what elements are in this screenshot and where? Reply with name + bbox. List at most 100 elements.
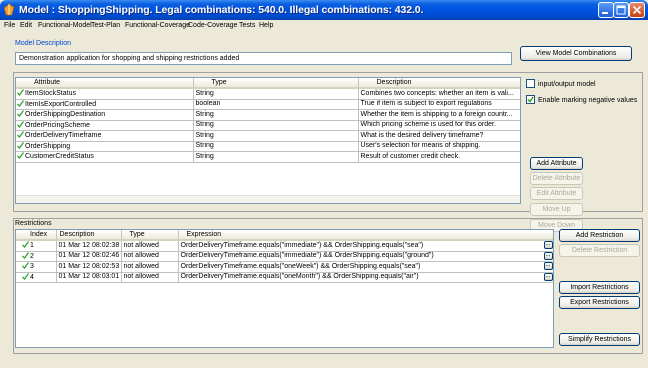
attribute-description-cell: Whether the item is shipping to a foreig… [358, 109, 520, 121]
negative-values-checkbox[interactable] [526, 95, 535, 104]
add-attribute-button[interactable]: Add Attribute [530, 157, 583, 170]
green-check-icon [17, 110, 24, 117]
restriction-expression-cell: OrderDeliveryTimeframe.equals("immediate… [178, 251, 553, 262]
green-check-icon [17, 152, 24, 159]
table-row[interactable]: OrderDeliveryTimeframe String What is the … [16, 130, 520, 142]
table-row[interactable]: 2 01 Mar 12 08:02:46 0 not allowed OrderDel… [16, 251, 553, 262]
green-check-icon [17, 131, 24, 138]
table-row[interactable]: OrderPricingScheme String Which pricing sc… [16, 120, 520, 131]
table-row[interactable]: 3 01 Mar 12 08:02:53 0 not allowed OrderDel… [16, 261, 553, 273]
edit-attribute-button[interactable]: Edit Attribute [530, 187, 583, 200]
restriction-type-cell: not allowed [121, 261, 179, 273]
close-button[interactable] [629, 2, 645, 18]
restriction-index-cell-text: 4 [30, 273, 34, 281]
edit-expression-button[interactable]: ... [543, 272, 553, 281]
menu-tests[interactable]: Tests [239, 22, 255, 29]
column-header-description[interactable]: Description [56, 230, 122, 241]
import-restrictions-button[interactable]: Import Restrictions [559, 281, 640, 294]
table-row[interactable]: OrderShipping String User's selection for … [16, 141, 520, 152]
restriction-index-cell: 3 [16, 261, 57, 273]
io-model-option[interactable]: input/output model [526, 79, 596, 88]
negative-values-option[interactable]: Enable marking negative values [526, 95, 637, 104]
restriction-expression-cell: OrderDeliveryTimeframe.equals("oneWeek")… [178, 261, 553, 273]
attribute-name-cell: OrderDeliveryTimeframe [16, 130, 194, 142]
io-model-label: input/output model [538, 81, 596, 88]
view-model-combinations-button[interactable]: View Model Combinations [520, 46, 632, 61]
edit-expression-button[interactable]: ... [543, 262, 553, 270]
restriction-description-cell: 01 Mar 12 08:02:38 0 [56, 240, 122, 252]
attribute-type-cell-text: String [195, 89, 214, 97]
attributes-table[interactable]: Attribute Type Description ItemStockStat… [15, 77, 521, 204]
title-bar[interactable]: Model : ShoppingShipping. Legal combinat… [0, 0, 648, 20]
attribute-type-cell: String [193, 141, 359, 152]
table-row[interactable]: ItemIsExportControlled boolean True if ite… [16, 99, 520, 110]
menu-file[interactable]: File [4, 22, 15, 29]
restriction-index-cell-text: 1 [30, 242, 34, 249]
attribute-name-cell: OrderPricingScheme [16, 120, 194, 131]
table-row[interactable]: 4 01 Mar 12 08:03:01 0 not allowed OrderDel… [16, 272, 553, 283]
window-title: Model : ShoppingShipping. Legal combinat… [19, 4, 424, 16]
column-header-type[interactable]: Type [121, 230, 179, 241]
table-row[interactable]: CustomerCreditStatus String Result of cust… [16, 151, 520, 163]
restriction-type-cell: not allowed [121, 240, 179, 252]
attribute-name-cell: OrderShipping [16, 141, 194, 152]
menu-code-coverage[interactable]: Code-Coverage [188, 22, 237, 29]
attribute-description-cell: True if item is subject to export regula… [358, 99, 520, 110]
table-row[interactable]: OrderShippingDestination String Whether th… [16, 109, 520, 121]
column-header-expression[interactable]: Expression [178, 230, 553, 241]
attribute-type-cell: boolean [193, 99, 359, 110]
attribute-type-cell-text: String [195, 142, 214, 149]
green-check-icon [22, 251, 29, 259]
attribute-description-cell-text: User's selection for means of shipping. [360, 142, 481, 149]
delete-attribute-button[interactable]: Delete Attribute [530, 172, 583, 185]
restriction-index-cell: 4 [16, 272, 57, 283]
green-check-icon [22, 272, 29, 280]
restriction-index-cell-text: 2 [30, 252, 34, 260]
edit-expression-button[interactable]: ... [543, 251, 553, 260]
maximize-button[interactable] [613, 2, 629, 18]
restriction-type-cell-text: not allowed [123, 273, 159, 280]
attribute-description-cell: Which pricing scheme is used for this or… [358, 120, 520, 131]
table-row[interactable]: 1 01 Mar 12 08:02:38 0 not allowed OrderDel… [16, 240, 553, 252]
restriction-type-cell: not allowed [121, 272, 179, 283]
restriction-description-cell: 01 Mar 12 08:03:01 0 [56, 272, 122, 283]
attribute-description-cell-text: True if item is subject to export regula… [360, 100, 492, 107]
app-icon [4, 4, 15, 16]
menu-bar: File Edit Functional-Model Test-Plan Fun… [0, 20, 648, 32]
restriction-description-cell: 01 Mar 12 08:02:53 0 [56, 261, 122, 273]
column-header-index[interactable]: Index [16, 230, 57, 241]
green-check-icon [22, 262, 29, 269]
attribute-name-cell: ItemIsExportControlled [16, 99, 194, 110]
menu-edit[interactable]: Edit [20, 22, 32, 29]
attribute-name-cell-text: OrderPricingScheme [25, 121, 90, 129]
restriction-index-cell: 1 [16, 240, 57, 252]
menu-functional-model[interactable]: Functional-Model [38, 22, 92, 29]
restrictions-label: Restrictions [15, 220, 52, 227]
add-restriction-button[interactable]: Add Restriction [559, 229, 640, 242]
model-description-label: Model Description [15, 40, 72, 47]
attributes-horizontal-scrollbar[interactable] [16, 195, 520, 203]
edit-expression-button[interactable]: ... [543, 241, 553, 249]
attribute-description-cell-text: Which pricing scheme is used for this or… [360, 121, 496, 128]
restriction-description-cell-text: 01 Mar 12 08:02:46 0 [58, 252, 121, 259]
io-model-checkbox[interactable] [526, 79, 535, 88]
move-up-button[interactable]: Move Up [530, 203, 583, 216]
delete-restriction-button[interactable]: Delete Restriction [559, 244, 640, 257]
column-header-description[interactable]: Description [358, 78, 520, 89]
column-header-attribute[interactable]: Attribute [16, 78, 194, 89]
table-row[interactable]: ItemStockStatus String Combines two concep… [16, 88, 520, 100]
simplify-restrictions-button[interactable]: Simplify Restrictions [559, 333, 640, 346]
restriction-type-cell: not allowed [121, 251, 179, 262]
minimize-button[interactable] [598, 2, 614, 18]
restrictions-table[interactable]: Index Description Type Expression 1 01 Ma… [15, 229, 554, 348]
attribute-type-cell-text: String [195, 152, 214, 160]
attribute-description-cell-text: Result of customer credit check. [360, 152, 461, 160]
menu-functional-coverage[interactable]: Functional-Coverage [125, 22, 190, 29]
column-header-type[interactable]: Type [193, 78, 359, 89]
export-restrictions-button[interactable]: Export Restrictions [559, 296, 640, 309]
menu-test-plan[interactable]: Test-Plan [91, 22, 120, 29]
attribute-name-cell-text: ItemStockStatus [25, 90, 76, 97]
model-description-field[interactable]: Demonstration application for shopping a… [15, 52, 512, 65]
menu-help[interactable]: Help [259, 22, 273, 29]
restriction-index-cell: 2 [16, 251, 57, 262]
